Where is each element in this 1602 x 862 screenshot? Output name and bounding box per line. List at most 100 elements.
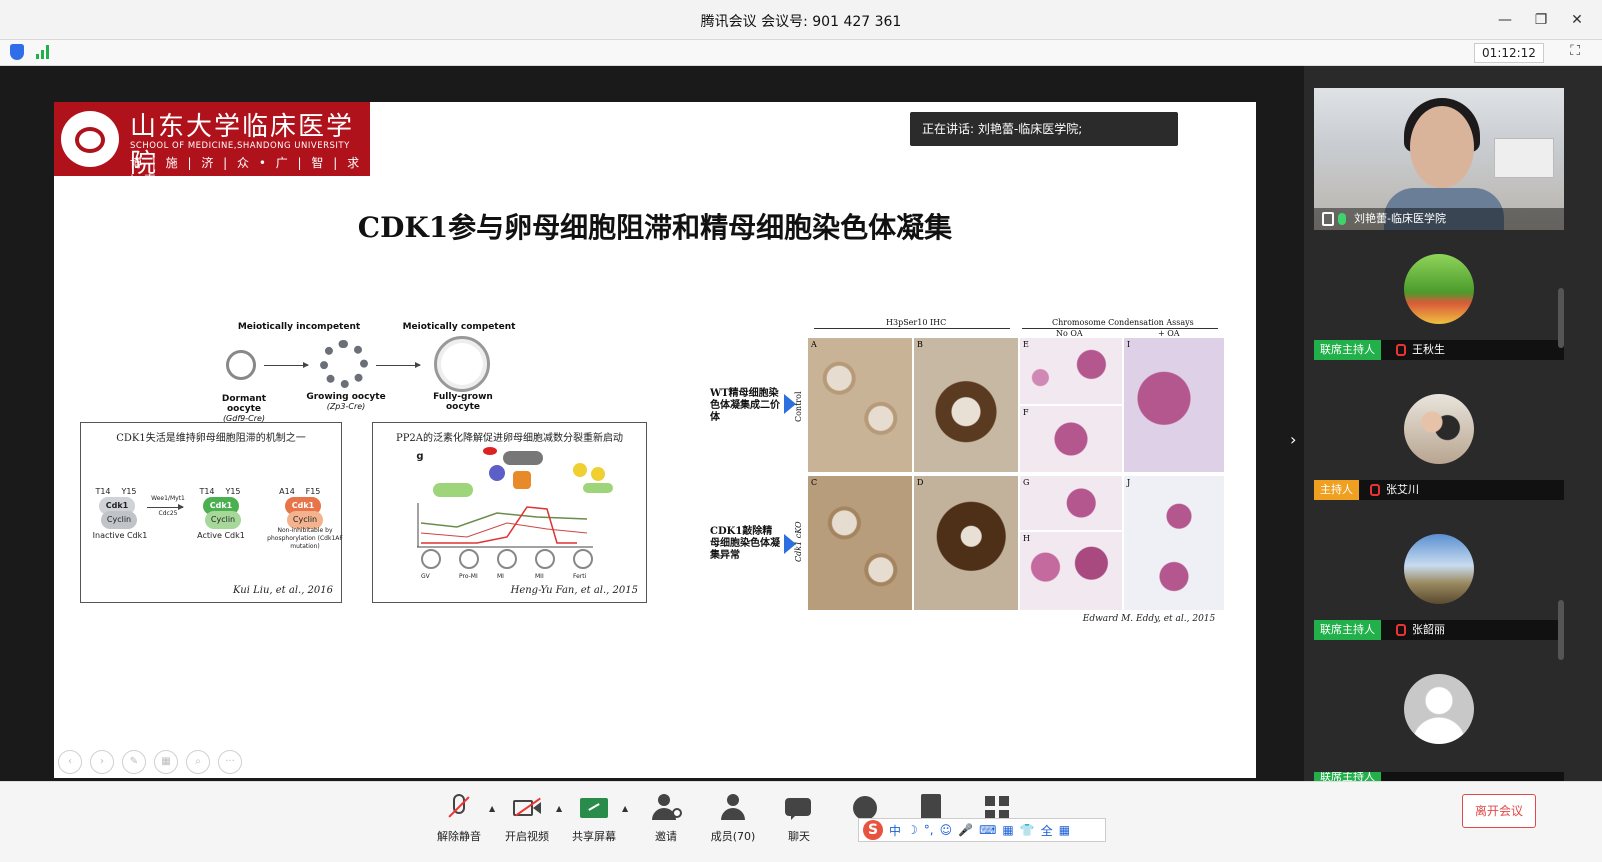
ihc-figure: A B E I F C D G J H <box>808 338 1224 610</box>
chromosome-panel: G <box>1020 476 1122 530</box>
stage-name: Fully-grown oocyte <box>433 392 493 412</box>
logo-en: SCHOOL OF MEDICINE,SHANDONG UNIVERSITY <box>130 141 350 151</box>
plus-oa-label: + OA <box>1158 329 1180 338</box>
participant-tile[interactable]: 联席主持人 王秋生 <box>1314 234 1564 374</box>
share-screen-label: 共享屏幕 <box>572 830 616 843</box>
avatar <box>1404 254 1474 324</box>
keyboard-icon[interactable]: ⌨ <box>979 823 996 837</box>
ime-chinese[interactable]: 中 <box>889 822 901 839</box>
members-button[interactable]: 成员(70) <box>700 788 766 844</box>
stage-labels: GV Pro-MI MI MII Ferti <box>421 573 611 580</box>
inactive-label: Inactive Cdk1 <box>92 531 148 540</box>
minimize-button[interactable]: — <box>1488 8 1522 32</box>
subunits-graphic <box>573 463 623 503</box>
panel-cdk1-arrest: CDK1失活是维持卵母细胞阻滞的机制之一 Cdk1 Cyclin T14 Y15… <box>80 422 343 603</box>
dormant-oocyte-icon <box>226 350 256 380</box>
pathway-graphic <box>433 447 553 507</box>
chat-icon <box>785 794 813 822</box>
invite-button[interactable]: 邀请 <box>633 788 699 844</box>
stage-label: MII <box>535 573 544 580</box>
role-badge: 联席主持人 <box>1314 772 1381 781</box>
invite-label: 邀请 <box>655 830 677 843</box>
pen-icon[interactable]: ✎ <box>122 750 146 774</box>
chromosome-panel: F <box>1020 406 1122 472</box>
more-icon[interactable]: ··· <box>218 750 242 774</box>
input-method-bar[interactable]: S 中 ☽ °, ☺ 🎤 ⌨ ▦ 👕 全 ▦ <box>858 818 1106 842</box>
members-label: 成员(70) <box>710 830 756 843</box>
scrollbar[interactable] <box>1558 600 1564 660</box>
punct-icon[interactable]: °, <box>924 823 934 837</box>
participant-video[interactable]: 刘艳蕾-临床医学院 <box>1314 88 1564 230</box>
share-screen-button[interactable]: 共享屏幕 <box>561 788 627 844</box>
activity-plot <box>417 503 593 548</box>
camera-off-icon <box>513 794 541 822</box>
arrow-icon <box>376 362 421 368</box>
header-rule <box>1022 328 1218 329</box>
chat-button[interactable]: 聊天 <box>766 788 832 844</box>
fullscreen-icon[interactable]: ⛶ <box>1570 43 1580 59</box>
meeting-toolbar: 解除静音 ▲ 开启视频 ▲ 共享屏幕 ▲ 邀请 成员(70) 聊天 S 中 ☽ … <box>0 781 1602 862</box>
stage-label: Ferti <box>573 573 587 580</box>
unmute-button[interactable]: 解除静音 <box>426 788 492 844</box>
restore-button[interactable]: ❐ <box>1524 8 1558 32</box>
participant-tile[interactable]: 主持人 张艾川 <box>1314 374 1564 514</box>
header-rule <box>814 328 1010 329</box>
chromosome-panel: I <box>1124 338 1224 472</box>
person-face <box>1410 106 1474 188</box>
fully-grown-oocyte-icon <box>434 336 490 392</box>
chat-label: 聊天 <box>788 830 810 843</box>
meeting-timer: 01:12:12 <box>1474 43 1544 63</box>
sogou-icon[interactable]: S <box>863 820 883 840</box>
chevron-up-icon[interactable]: ▲ <box>622 804 628 813</box>
signal-icon[interactable] <box>36 45 49 59</box>
cdc25-label: Cdc25 <box>158 510 178 517</box>
emoji-icon[interactable]: ☺ <box>940 823 953 837</box>
participant-name: 张艾川 <box>1386 483 1419 496</box>
stage-name: Growing oocyte <box>306 392 386 402</box>
condensation-header: Chromosome Condensation Assays <box>1052 318 1194 327</box>
stage-gene: (Zp3-Cre) <box>326 402 366 411</box>
start-video-button[interactable]: 开启视频 <box>494 788 560 844</box>
background-shelf <box>1494 138 1554 178</box>
stage-label: MI <box>497 573 504 580</box>
university-logo: 山东大学临床医学院 SCHOOL OF MEDICINE,SHANDONG UN… <box>54 102 370 187</box>
stage-name: Dormant oocyte <box>221 394 267 414</box>
next-icon[interactable]: › <box>90 750 114 774</box>
window-title: 腾讯会议 会议号: 901 427 361 <box>700 14 902 30</box>
participant-name: 王秋生 <box>1412 343 1445 356</box>
close-button[interactable]: ✕ <box>1560 8 1594 32</box>
ihc-header: H3pSer10 IHC <box>886 318 947 327</box>
scrollbar[interactable] <box>1558 288 1564 348</box>
role-badge: 主持人 <box>1314 480 1359 500</box>
logo-motto: 博 | 施 | 济 | 众 • 广 | 智 | 求 | 真 <box>130 156 363 187</box>
cyclin-label: Cyclin <box>101 511 137 529</box>
toolbox-icon[interactable]: ▦ <box>1002 823 1013 837</box>
chevron-right-icon[interactable]: › <box>1290 430 1296 449</box>
participants-panel: 刘艳蕾-临床医学院 联席主持人 王秋生 主持人 张艾川 联席主持人 张韶丽 联席… <box>1304 66 1602 781</box>
participant-tile[interactable]: 联席主持人 <box>1314 654 1564 781</box>
voice-icon[interactable]: 🎤 <box>958 823 973 837</box>
mic-icon <box>1338 213 1346 225</box>
arrow-icon <box>147 504 184 510</box>
skin-icon[interactable]: 👕 <box>1020 823 1035 837</box>
active-label: Active Cdk1 <box>197 531 245 540</box>
stage-label: Pro-MI <box>459 573 478 580</box>
grid-icon[interactable]: ▦ <box>154 750 178 774</box>
shield-icon[interactable] <box>10 44 24 60</box>
mic-muted-icon <box>445 794 473 822</box>
control-label: Control <box>794 391 803 422</box>
cko-label: Cdk1 cKO <box>794 521 803 562</box>
ihc-panel: A <box>808 338 912 472</box>
fullwidth-icon[interactable]: 全 <box>1041 822 1053 839</box>
grid-icon[interactable]: ▦ <box>1059 823 1070 837</box>
leave-meeting-button[interactable]: 离开会议 <box>1462 794 1536 828</box>
citation: Heng-Yu Fan, et al., 2015 <box>510 585 638 596</box>
mic-muted-icon <box>1396 344 1406 356</box>
prev-icon[interactable]: ‹ <box>58 750 82 774</box>
status-bar: 01:12:12 ⛶ <box>0 40 1602 66</box>
members-icon <box>719 794 747 822</box>
moon-icon[interactable]: ☽ <box>907 823 918 837</box>
mic-muted-icon <box>1396 624 1406 636</box>
zoom-icon[interactable]: ⌕ <box>186 750 210 774</box>
participant-tile[interactable]: 联席主持人 张韶丽 <box>1314 514 1564 654</box>
